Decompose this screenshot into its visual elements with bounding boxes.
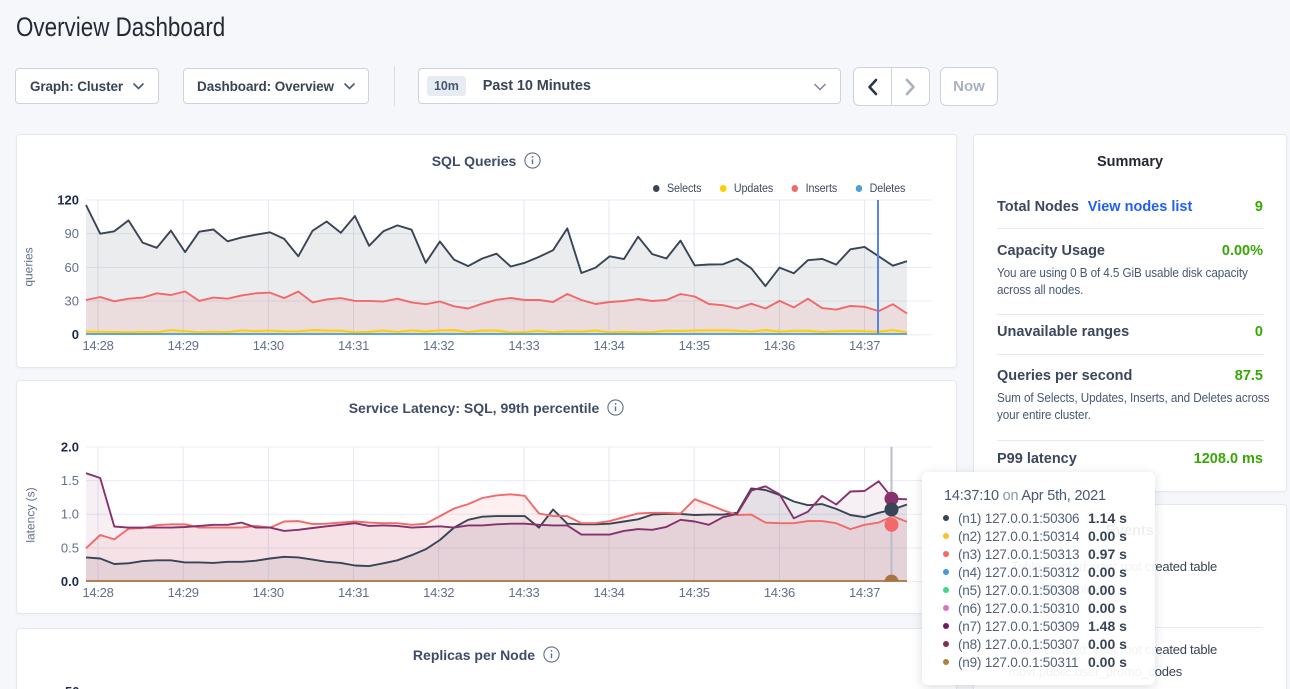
svg-text:14:33: 14:33 bbox=[508, 585, 539, 600]
svg-text:14:37: 14:37 bbox=[849, 585, 880, 600]
svg-text:14:36: 14:36 bbox=[764, 338, 795, 353]
svg-text:14:29: 14:29 bbox=[168, 585, 199, 600]
svg-text:1.5: 1.5 bbox=[61, 473, 79, 488]
svg-text:2.0: 2.0 bbox=[61, 440, 79, 455]
svg-text:14:32: 14:32 bbox=[423, 338, 454, 353]
svg-text:14:35: 14:35 bbox=[679, 585, 710, 600]
svg-text:90: 90 bbox=[65, 226, 79, 241]
svg-text:0.5: 0.5 bbox=[61, 540, 79, 555]
svg-text:14:36: 14:36 bbox=[764, 585, 795, 600]
svg-text:14:34: 14:34 bbox=[593, 338, 624, 353]
svg-text:60: 60 bbox=[65, 260, 79, 275]
svg-text:120: 120 bbox=[57, 193, 79, 208]
svg-text:14:34: 14:34 bbox=[593, 585, 624, 600]
svg-text:14:32: 14:32 bbox=[423, 585, 454, 600]
svg-text:14:37: 14:37 bbox=[849, 338, 880, 353]
svg-text:14:31: 14:31 bbox=[338, 585, 369, 600]
svg-text:14:30: 14:30 bbox=[253, 338, 284, 353]
svg-text:14:28: 14:28 bbox=[82, 585, 113, 600]
svg-text:0: 0 bbox=[72, 327, 79, 342]
svg-text:14:33: 14:33 bbox=[508, 338, 539, 353]
svg-text:14:31: 14:31 bbox=[338, 338, 369, 353]
svg-text:14:28: 14:28 bbox=[82, 338, 113, 353]
svg-text:0.0: 0.0 bbox=[61, 574, 79, 589]
svg-text:14:29: 14:29 bbox=[168, 338, 199, 353]
svg-text:30: 30 bbox=[65, 294, 79, 309]
svg-text:14:35: 14:35 bbox=[679, 338, 710, 353]
svg-text:1.0: 1.0 bbox=[61, 507, 79, 522]
svg-text:14:30: 14:30 bbox=[253, 585, 284, 600]
